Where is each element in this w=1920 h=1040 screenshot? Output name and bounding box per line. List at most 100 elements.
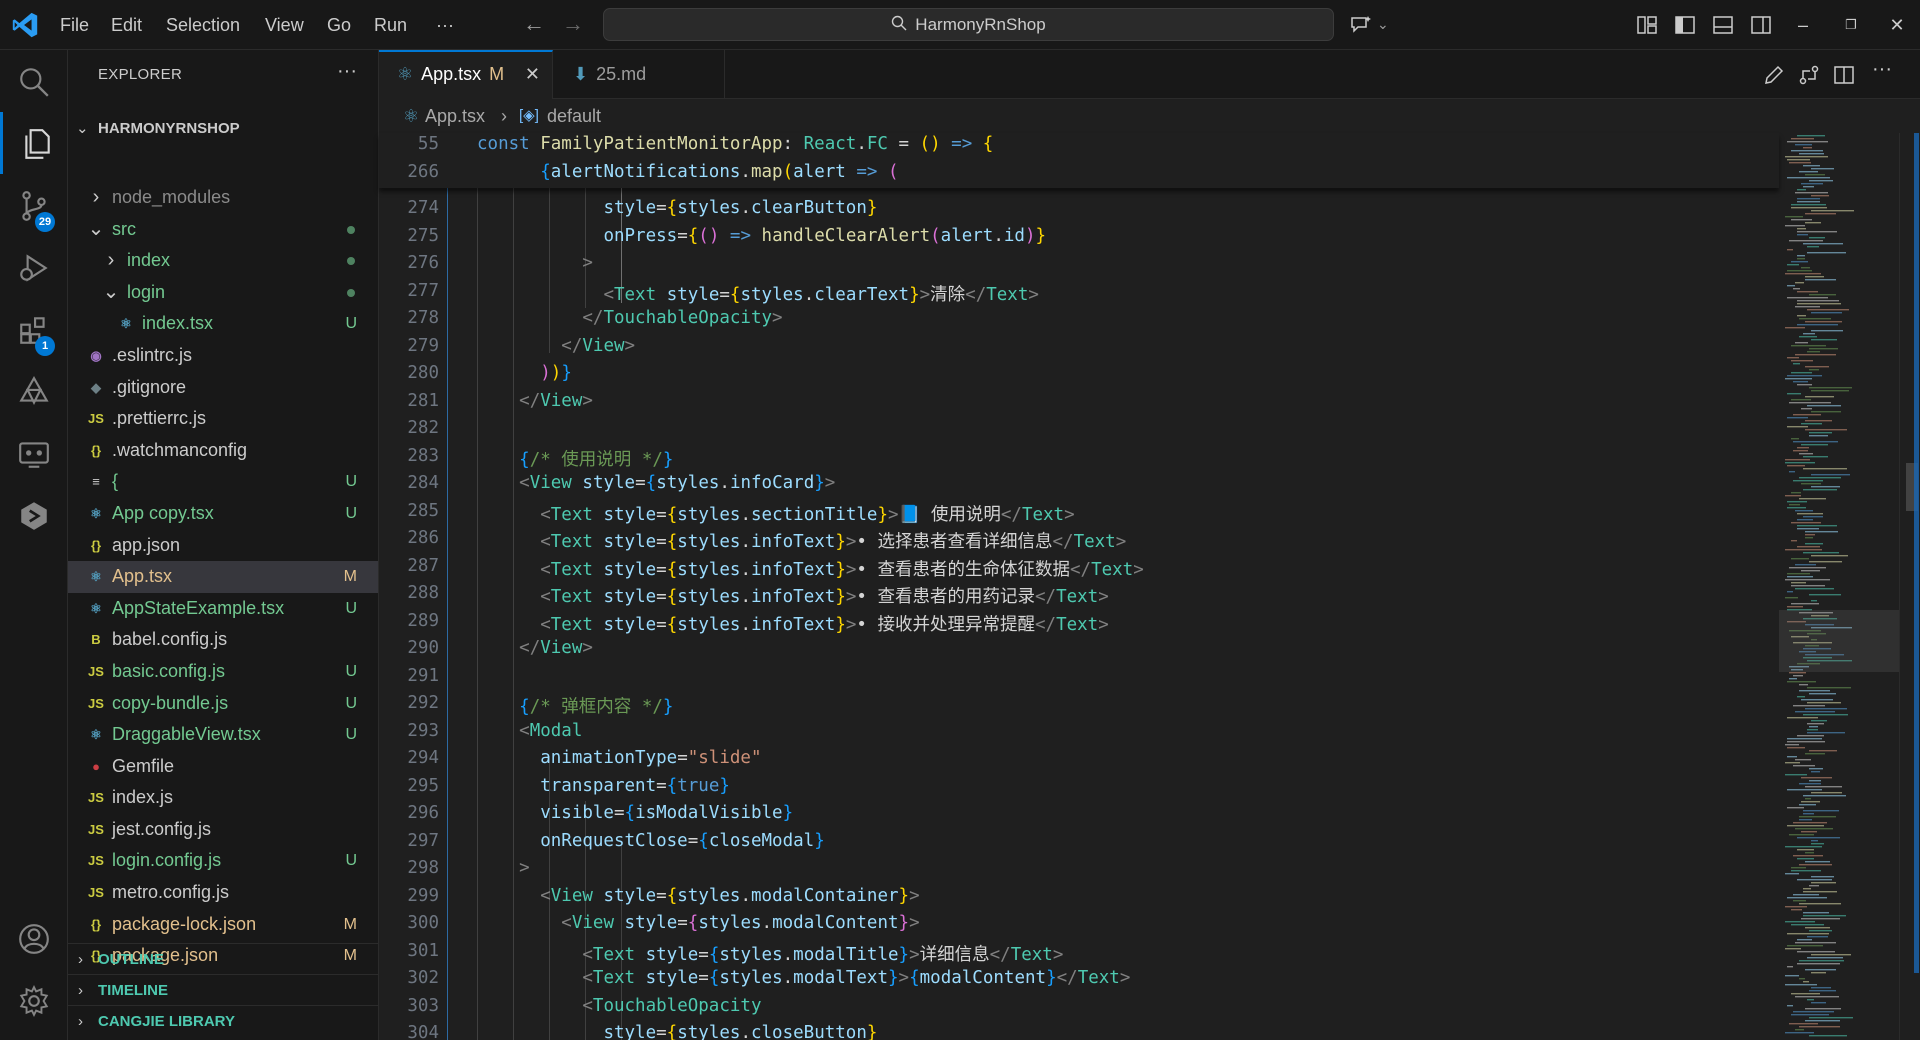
tree-item[interactable]: ⌄ login	[68, 277, 378, 309]
menu-edit[interactable]: Edit	[111, 0, 142, 50]
minimap-line	[1811, 168, 1834, 170]
code-token: styles	[719, 944, 783, 965]
run-debug-activity[interactable]	[0, 236, 68, 298]
back-arrow-icon[interactable]: ←	[523, 12, 545, 36]
code-token: >	[624, 335, 636, 356]
minimap-line	[1785, 1032, 1814, 1034]
git-status-badge: U	[345, 504, 357, 522]
code-token: >	[845, 532, 857, 552]
command-center-search[interactable]: HarmonyRnShop	[603, 8, 1334, 41]
code-editor[interactable]: 274 style={styles.clearButton} 275 onPres…	[379, 133, 1779, 1040]
menu-file[interactable]: File	[60, 0, 89, 50]
vertical-scrollbar[interactable]	[1899, 133, 1920, 1040]
customize-layout-icon[interactable]	[1635, 13, 1659, 37]
js-icon: JS	[88, 853, 104, 869]
workspace-root-folder[interactable]: ⌄ HARMONYRNSHOP	[68, 116, 378, 142]
tree-item[interactable]: ⌄ src	[68, 214, 378, 246]
minimap-line	[1795, 282, 1804, 284]
tree-item[interactable]: JS login.config.js U	[68, 845, 378, 877]
tree-item-label: .watchmanconfig	[112, 439, 248, 460]
copilot-chat-icon[interactable]	[1349, 13, 1373, 37]
tree-item[interactable]: ● Gemfile	[68, 751, 378, 783]
settings-activity[interactable]	[0, 969, 68, 1031]
tree-item[interactable]: JS jest.config.js	[68, 814, 378, 846]
minimap-slider[interactable]	[1779, 610, 1899, 672]
tab-25-md[interactable]: ⬇ 25.md	[553, 50, 725, 99]
close-icon[interactable]: ✕	[525, 52, 540, 97]
tree-item[interactable]: {} package-lock.json M	[68, 909, 378, 941]
minimize-icon[interactable]: –	[1780, 0, 1826, 50]
tree-item[interactable]: {} app.json	[68, 530, 378, 562]
code-token: style	[645, 944, 699, 965]
minimap-line	[1803, 243, 1843, 245]
code-token: .	[856, 134, 867, 154]
deepseek-activity[interactable]	[0, 360, 68, 422]
split-editor-icon[interactable]	[1832, 63, 1856, 87]
code-token: =	[656, 614, 667, 635]
menu-selection[interactable]: Selection	[166, 0, 240, 50]
menu-go[interactable]: Go	[327, 0, 351, 50]
minimap-line	[1803, 888, 1811, 890]
edit-pencil-icon[interactable]	[1762, 63, 1786, 87]
breadcrumb-symbol[interactable]: default	[547, 99, 601, 133]
minimap-line	[1809, 885, 1819, 887]
tree-item[interactable]: {} .watchmanconfig	[68, 435, 378, 467]
tree-item[interactable]: ≡ {U	[68, 466, 378, 498]
menu-more[interactable]: ···	[436, 0, 454, 50]
forward-arrow-icon[interactable]: →	[562, 12, 584, 36]
line-number: 281	[407, 390, 439, 411]
code-token: (	[930, 225, 941, 246]
harmony-activity[interactable]	[0, 484, 68, 546]
sticky-scroll[interactable]: 55 const FamilyPatientMonitorApp: React.F…	[379, 133, 1779, 188]
tree-item[interactable]: JS index.js	[68, 782, 378, 814]
extensions-activity[interactable]: 1	[0, 298, 68, 360]
tree-item[interactable]: ⚛ App.tsx M	[68, 561, 378, 593]
menu-run[interactable]: Run	[374, 0, 407, 50]
more-actions-icon[interactable]: ···	[337, 60, 357, 83]
tree-item[interactable]: JS metro.config.js	[68, 877, 378, 909]
tree-item[interactable]: › node_modules	[68, 182, 378, 214]
tree-item[interactable]: Bbabel.config.js	[68, 624, 378, 656]
code-token: =	[687, 830, 699, 851]
tree-item-label: .gitignore	[112, 376, 187, 397]
minimap[interactable]	[1779, 133, 1899, 1040]
tree-item[interactable]: JS .prettierrc.js	[68, 403, 378, 435]
tab-app-tsx[interactable]: ⚛ App.tsx M ✕	[379, 50, 553, 99]
minimap-line	[1811, 600, 1817, 602]
restore-icon[interactable]: ❐	[1828, 0, 1874, 50]
minimap-line	[1785, 378, 1812, 380]
tree-item[interactable]: ⚛ DraggableView.tsx U	[68, 719, 378, 751]
close-icon[interactable]: ✕	[1874, 0, 1920, 50]
search-activity[interactable]	[0, 50, 68, 112]
toggle-secondary-sidebar-icon[interactable]	[1749, 13, 1773, 37]
tree-item[interactable]: ⚛ index.tsx U	[68, 308, 378, 340]
folder-closed-icon: ›	[92, 186, 100, 208]
explorer-activity[interactable]	[0, 112, 68, 174]
tree-item[interactable]: ◆ .gitignore	[68, 372, 378, 404]
more-actions-icon[interactable]: ···	[1872, 58, 1896, 82]
minimap-line	[1791, 345, 1826, 347]
timeline-section[interactable]: › TIMELINE	[68, 974, 378, 1005]
cangjie-library-section[interactable]: › CANGJIE LIBRARY	[68, 1005, 378, 1036]
tree-item[interactable]: JS basic.config.js U	[68, 656, 378, 688]
toggle-primary-sidebar-icon[interactable]	[1673, 13, 1697, 37]
open-changes-icon[interactable]	[1797, 63, 1821, 87]
source-control-activity[interactable]: 29	[0, 174, 68, 236]
minimap-line	[1785, 597, 1798, 599]
outline-section[interactable]: › OUTLINE	[68, 943, 378, 974]
tree-item[interactable]: ◉ .eslintrc.js	[68, 340, 378, 372]
menu-view[interactable]: View	[265, 0, 304, 50]
chevron-down-icon[interactable]: ⌄	[1377, 12, 1389, 36]
tree-item[interactable]: ⚛ App copy.tsx U	[68, 498, 378, 530]
account-activity[interactable]	[0, 907, 68, 969]
tree-item[interactable]: › index	[68, 245, 378, 277]
minimap-line	[1811, 390, 1849, 392]
tree-item[interactable]: ⚛ AppStateExample.tsx U	[68, 593, 378, 625]
tree-item[interactable]: JS copy-bundle.js U	[68, 688, 378, 720]
git-status-badge: M	[343, 915, 357, 933]
minimap-line	[1787, 717, 1818, 719]
remote-explorer-activity[interactable]	[0, 422, 68, 484]
toggle-panel-icon[interactable]	[1711, 13, 1735, 37]
breadcrumb-file[interactable]: App.tsx	[425, 99, 485, 133]
